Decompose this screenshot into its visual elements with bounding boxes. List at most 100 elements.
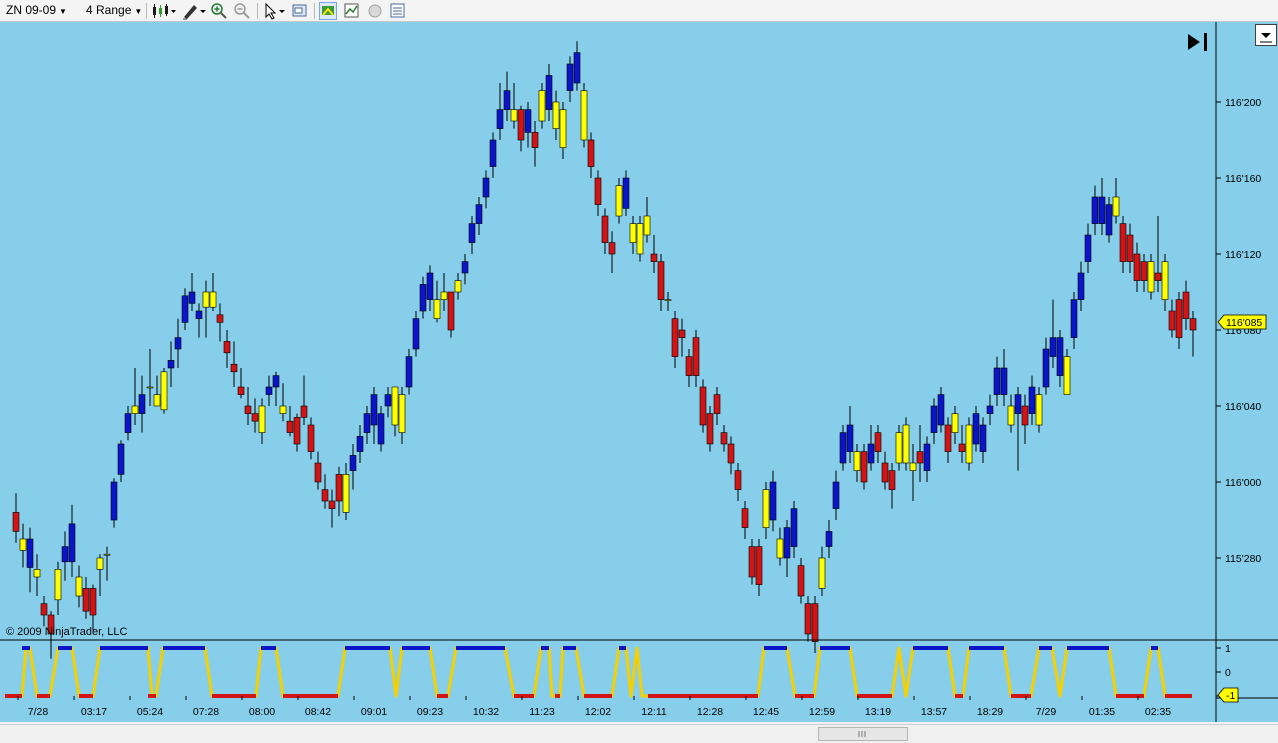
candle [1056,330,1064,387]
candle-body [384,394,392,407]
horizontal-scrollbar[interactable] [0,724,1278,742]
candle-body [923,443,931,471]
copyright-text: © 2009 NinjaTrader, LLC [6,626,127,638]
indicators-button[interactable] [343,2,361,20]
candle-body [391,386,399,426]
candle-body [741,508,749,528]
candle-body [475,204,483,224]
candle [363,406,371,444]
zoom-in-button[interactable] [210,2,228,20]
candle-body [685,356,693,376]
period-selector[interactable]: 4 Range ▼ [86,2,142,19]
candle-body [468,223,476,243]
candle-body [153,394,161,407]
candle-body [33,569,41,578]
candle-body [1147,261,1155,293]
candle [916,425,924,482]
candle-body [124,413,132,433]
data-box-button[interactable] [319,2,337,20]
candle-body [75,576,83,597]
strategies-button[interactable] [366,2,384,20]
candle-body [433,299,441,319]
candle-body [1021,405,1029,426]
candle [68,504,76,577]
candle-body [636,223,644,255]
candle-body [447,291,455,331]
candle-body [110,481,118,521]
instrument-selector[interactable]: ZN 09-09 ▼ [6,2,67,19]
candle-body [54,569,62,601]
candle [209,273,217,311]
candle [1014,387,1022,471]
candle [993,356,1001,406]
candle-body [103,553,111,556]
candle-body [958,443,966,452]
candle [328,489,336,528]
drawing-tools-button[interactable] [181,2,207,20]
candle [762,482,770,539]
candle [783,520,791,577]
candle [321,474,329,509]
bar-style-button[interactable] [151,2,177,20]
candle [643,197,651,243]
jump-to-end-button[interactable] [1188,33,1207,51]
candle-body [349,455,357,471]
chart-trader-button[interactable] [389,2,407,20]
candle-body [944,424,952,452]
candle-body [804,603,812,635]
candle-body [874,432,882,452]
cursor-button[interactable] [263,2,287,20]
grip-icon [858,731,866,737]
candle-body [1161,261,1169,300]
candle [75,565,83,608]
candle [874,425,882,463]
candle [678,318,686,357]
candle-body [82,588,90,612]
price-tick-label: 115'280 [1225,553,1261,565]
candle-body [916,451,924,464]
scrollbar-thumb[interactable] [818,727,908,741]
zoom-in-icon [211,3,227,19]
candle [517,105,525,152]
candle-body [1063,356,1071,395]
zoom-out-button[interactable] [233,2,251,20]
candle-body [1028,386,1036,414]
candle [685,349,693,387]
candle-body [1098,196,1106,224]
properties-button[interactable] [291,2,309,20]
candle-body [328,500,336,509]
candle-body [692,337,700,376]
time-tick-label: 12:45 [753,706,779,718]
chart-panel[interactable]: 116'200 116'160 116'120 116'080 116'040 116'0… [0,22,1278,722]
candle [33,554,41,596]
chevron-down-icon: ▼ [59,7,67,16]
price-chart[interactable]: 116'200116'160116'120116'080116'040116'0… [0,22,1278,722]
price-tick-label: 116'120 [1225,249,1261,261]
price-tick-label: 116'160 [1225,173,1261,185]
candle [986,394,994,425]
drawing-tool-icon [183,5,206,20]
candle-body [12,512,20,532]
candle-body [888,470,896,490]
candle [951,406,959,444]
time-tick-label: 13:19 [865,706,891,718]
candle [888,463,896,509]
candle-body [1035,394,1043,426]
candle-body [230,363,238,373]
candle [1063,349,1071,395]
candle-body [174,337,182,350]
instrument-label: ZN 09-09 [6,3,57,17]
candle [1112,178,1120,224]
candle [699,379,707,433]
candle [202,280,210,338]
candle [601,208,609,254]
time-tick-label: 08:42 [305,706,331,718]
chart-menu-button[interactable] [1255,24,1277,46]
candle [19,523,27,568]
candle [902,417,910,471]
candle-body [68,523,76,563]
candle [1035,387,1043,433]
candle-body [279,405,287,414]
candle-body [643,215,651,236]
candle [825,520,833,558]
